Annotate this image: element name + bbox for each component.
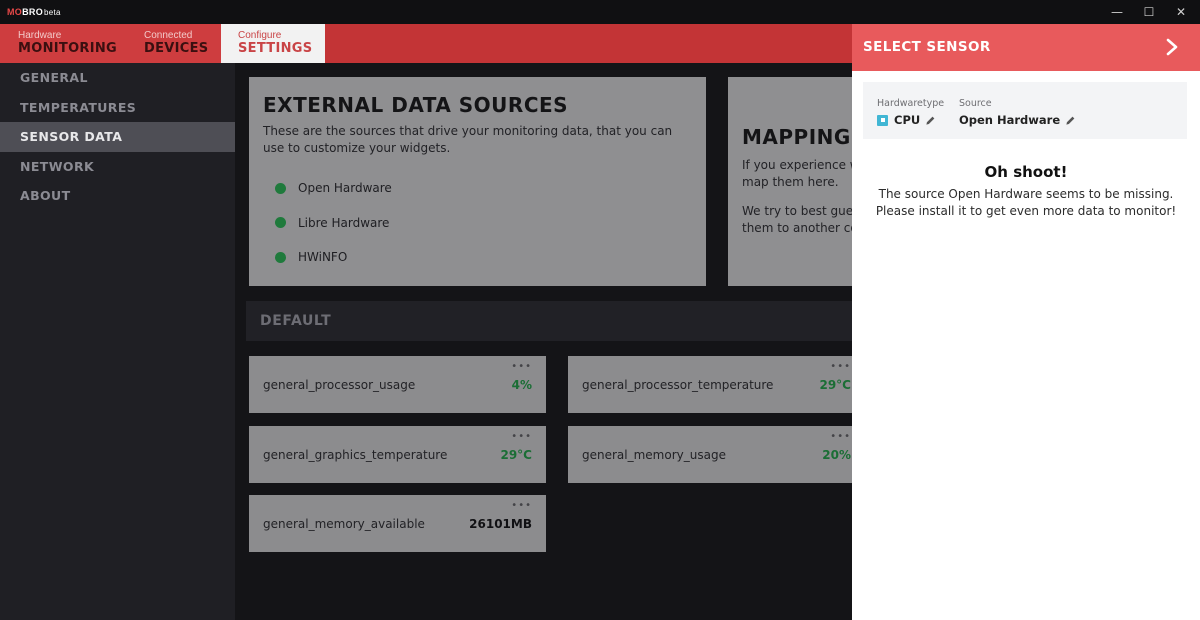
logo-beta: beta (44, 8, 61, 17)
hardwaretype-value: CPU (894, 113, 921, 127)
sidebar-item-network[interactable]: NETWORK (0, 152, 235, 182)
logo-bro: BRO (22, 7, 44, 17)
more-menu-icon[interactable]: ••• (511, 501, 532, 511)
pencil-icon[interactable] (1065, 115, 1076, 126)
tab-devices-caption: Connected (144, 30, 193, 41)
tab-monitoring-caption: Hardware (18, 30, 62, 41)
status-dot-icon (275, 182, 286, 194)
external-sources-card: EXTERNAL DATA SOURCES These are the sour… (249, 77, 706, 286)
top-nav: Hardware MONITORING Connected DEVICES Co… (0, 24, 852, 63)
panel-header: SELECT SENSOR (852, 24, 1200, 71)
sensor-card[interactable]: ••• general_memory_usage 20% (568, 426, 852, 483)
sensor-card[interactable]: ••• general_processor_usage 4% (249, 356, 546, 413)
sensor-name: general_memory_available (263, 517, 425, 531)
hardwaretype-value-row[interactable]: CPU (877, 113, 944, 127)
sensor-info-box: Hardwaretype CPU Source Open Hardware (863, 82, 1187, 139)
main-content: EXTERNAL DATA SOURCES These are the sour… (235, 63, 852, 620)
source-field: Source Open Hardware (959, 98, 1076, 127)
maximize-button[interactable]: ☐ (1134, 3, 1164, 21)
more-menu-icon[interactable]: ••• (830, 432, 851, 442)
more-menu-icon[interactable]: ••• (511, 362, 532, 372)
sensor-value: 4% (511, 378, 532, 392)
status-dot-icon (275, 251, 286, 263)
top-nav-filler (325, 24, 852, 63)
tab-settings-caption: Configure (238, 30, 282, 41)
sidebar-item-general[interactable]: GENERAL (0, 63, 235, 93)
hardwaretype-field: Hardwaretype CPU (877, 98, 944, 127)
sensor-value: 26101MB (469, 517, 532, 531)
sensor-name: general_processor_temperature (582, 378, 774, 392)
more-menu-icon[interactable]: ••• (830, 362, 851, 372)
tab-devices-label: DEVICES (144, 41, 209, 56)
status-dot-icon (275, 217, 286, 229)
sidebar-item-about[interactable]: ABOUT (0, 181, 235, 211)
error-heading: Oh shoot! (984, 163, 1068, 181)
external-sources-title: EXTERNAL DATA SOURCES (263, 93, 569, 117)
mapping-text-2a: We try to best guess (742, 204, 852, 218)
tab-devices[interactable]: Connected DEVICES (126, 24, 220, 63)
list-item: HWiNFO (275, 240, 692, 275)
source-name: HWiNFO (298, 250, 348, 265)
tab-monitoring-label: MONITORING (18, 41, 118, 56)
list-item: Open Hardware (275, 171, 692, 206)
mapping-text-2b: them to another cor (742, 221, 852, 235)
source-name: Libre Hardware (298, 215, 390, 230)
mapping-text-1: If you experience wr map them here. (742, 157, 852, 191)
mapping-text-1a: If you experience wr (742, 158, 852, 172)
tab-monitoring[interactable]: Hardware MONITORING (0, 24, 124, 63)
app-logo: MOBRObeta (7, 7, 61, 17)
mapping-text-2: We try to best guess them to another cor (742, 203, 852, 237)
mapping-text-1b: map them here. (742, 175, 839, 189)
tab-settings-label: SETTINGS (238, 41, 313, 56)
sensor-name: general_graphics_temperature (263, 448, 448, 462)
panel-title: SELECT SENSOR (863, 39, 991, 55)
tab-settings[interactable]: Configure SETTINGS (221, 24, 325, 63)
source-value-row[interactable]: Open Hardware (959, 113, 1076, 127)
sensor-card[interactable]: ••• general_graphics_temperature 29°C (249, 426, 546, 483)
source-list: Open Hardware Libre Hardware HWiNFO (263, 171, 692, 275)
sensor-name: general_processor_usage (263, 378, 416, 392)
external-sources-description: These are the sources that drive your mo… (263, 124, 673, 155)
sidebar: GENERAL TEMPERATURES SENSOR DATA NETWORK… (0, 63, 235, 620)
mapping-card: MAPPING If you experience wr map them her… (728, 77, 852, 286)
logo-mo: MO (7, 7, 23, 17)
pencil-icon[interactable] (925, 115, 936, 126)
sensor-value: 29°C (819, 378, 851, 392)
sidebar-item-temperatures[interactable]: TEMPERATURES (0, 93, 235, 123)
close-window-button[interactable]: ✕ (1166, 3, 1196, 21)
sensor-card[interactable]: ••• general_memory_available 26101MB (249, 495, 546, 552)
chevron-right-icon[interactable] (1162, 36, 1182, 58)
sensor-name: general_memory_usage (582, 448, 726, 462)
cpu-chip-icon (877, 114, 888, 126)
title-bar: MOBRObeta — ☐ ✕ (0, 0, 1200, 24)
error-message: The source Open Hardware seems to be mis… (875, 187, 1177, 218)
sensor-card[interactable]: ••• general_processor_temperature 29°C (568, 356, 852, 413)
source-label: Source (959, 98, 992, 109)
more-menu-icon[interactable]: ••• (511, 432, 532, 442)
list-item: Libre Hardware (275, 206, 692, 241)
minimize-button[interactable]: — (1102, 3, 1132, 21)
select-sensor-panel: SELECT SENSOR Hardwaretype CPU Source Op… (852, 24, 1200, 620)
sidebar-item-sensor-data[interactable]: SENSOR DATA (0, 122, 235, 152)
mapping-title: MAPPING (742, 125, 851, 149)
sensor-value: 29°C (500, 448, 532, 462)
hardwaretype-label: Hardwaretype (877, 98, 945, 109)
source-value: Open Hardware (959, 113, 1061, 127)
sensor-value: 20% (822, 448, 851, 462)
source-name: Open Hardware (298, 181, 392, 196)
default-section-header[interactable]: DEFAULT (246, 301, 852, 341)
